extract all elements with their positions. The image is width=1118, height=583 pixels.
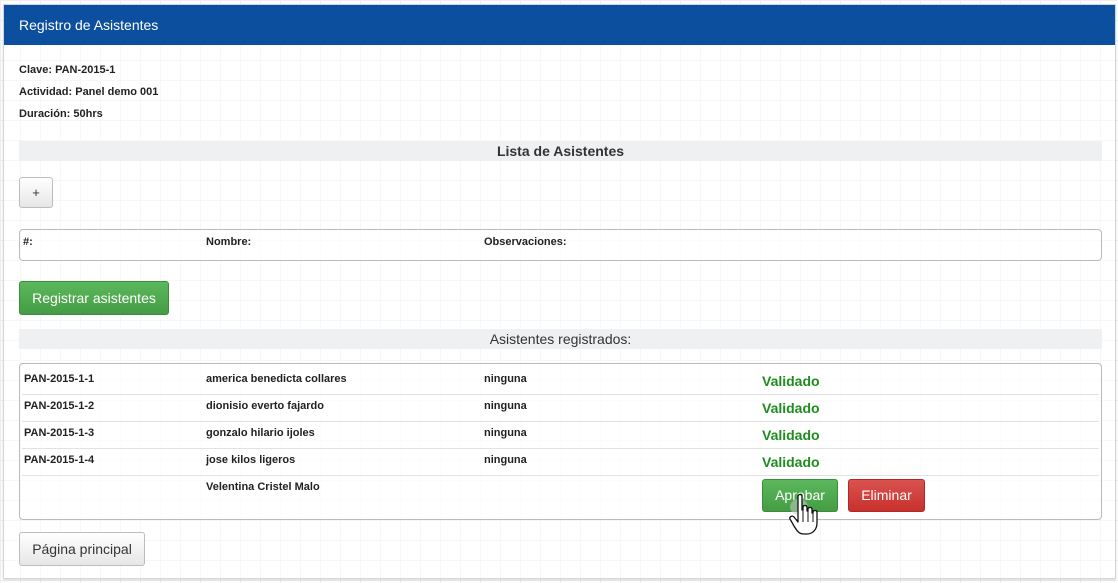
status-badge: Validado — [762, 373, 820, 389]
row-divider — [22, 448, 1099, 449]
panel-title: Registro de Asistentes — [4, 5, 1115, 45]
row-name: dionisio everto fajardo — [206, 400, 324, 412]
row-name: america benedicta collares — [206, 373, 347, 385]
row-obs: ninguna — [484, 454, 527, 466]
clave-label: Clave: PAN-2015-1 — [19, 64, 116, 76]
status-badge: Validado — [762, 427, 820, 443]
add-asistente-button[interactable]: + — [19, 177, 53, 208]
row-obs: ninguna — [484, 373, 527, 385]
lista-asistentes-heading: Lista de Asistentes — [19, 141, 1102, 161]
hand-pointer-icon — [789, 493, 818, 535]
column-num: #: — [23, 236, 33, 248]
asistentes-registrados-heading: Asistentes registrados: — [19, 329, 1102, 349]
row-name: jose kilos ligeros — [206, 454, 296, 466]
column-nombre: Nombre: — [206, 236, 252, 248]
status-badge: Validado — [762, 454, 820, 470]
row-obs: ninguna — [484, 400, 527, 412]
registrados-table: PAN-2015-1-1 america benedicta collares … — [19, 363, 1102, 520]
row-id: PAN-2015-1-4 — [24, 454, 95, 466]
row-obs: ninguna — [484, 427, 527, 439]
row-id: PAN-2015-1-1 — [24, 373, 95, 385]
column-observaciones: Observaciones: — [484, 236, 567, 248]
eliminar-button[interactable]: Eliminar — [848, 479, 925, 512]
row-id: PAN-2015-1-2 — [24, 400, 95, 412]
row-name: Velentina Cristel Malo — [206, 481, 320, 493]
registrar-asistentes-button[interactable]: Registrar asistentes — [19, 281, 169, 315]
actividad-label: Actividad: Panel demo 001 — [19, 86, 159, 98]
pagina-principal-button[interactable]: Página principal — [19, 532, 145, 566]
row-id: PAN-2015-1-3 — [24, 427, 95, 439]
duracion-label: Duración: 50hrs — [19, 108, 103, 120]
row-divider — [22, 394, 1099, 395]
registro-panel: Registro de Asistentes Clave: PAN-2015-1… — [3, 4, 1116, 579]
row-name: gonzalo hilario ijoles — [206, 427, 315, 439]
row-divider — [22, 421, 1099, 422]
row-divider — [22, 475, 1099, 476]
status-badge: Validado — [762, 400, 820, 416]
asistentes-input-table: #: Nombre: Observaciones: — [19, 229, 1102, 261]
